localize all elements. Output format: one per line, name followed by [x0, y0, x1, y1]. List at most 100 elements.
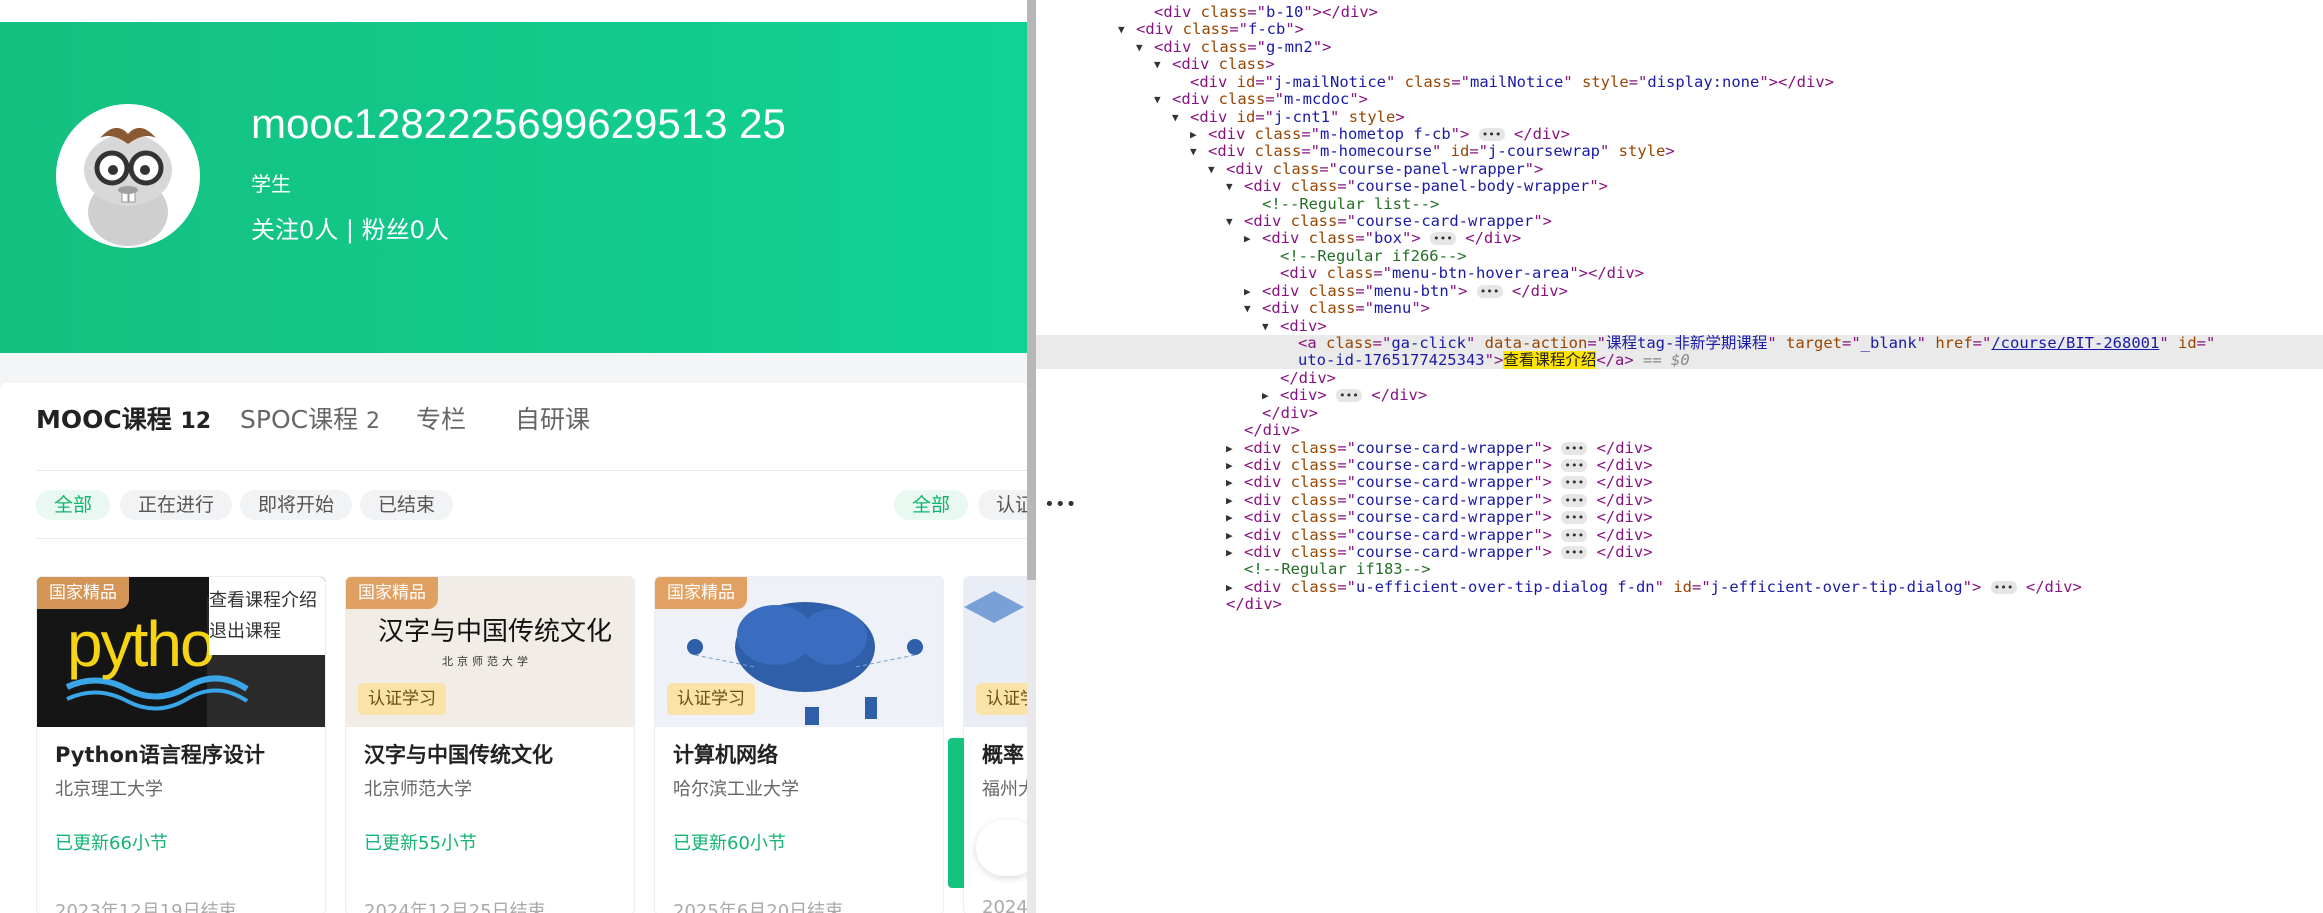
avatar-mascot-icon [56, 104, 200, 248]
dom-tree-node[interactable]: ▼ <div class="f-cb"> [1036, 21, 2323, 38]
dom-node-markup: <div class="course-card-wrapper"> ••• </… [1244, 508, 1653, 527]
more-options-icon[interactable]: ••• [1044, 494, 1077, 515]
dom-tree-node[interactable]: ▼ <div class="course-panel-wrapper"> [1036, 160, 2323, 178]
dom-tree-node[interactable]: uto-id-1765177425343">查看课程介绍</a> == $0 [1036, 351, 2323, 370]
dom-tree-node[interactable]: </div> [1036, 404, 2323, 422]
expand-arrow-icon[interactable]: ▶ [1226, 492, 1240, 509]
collapse-arrow-icon[interactable]: ▼ [1154, 91, 1168, 108]
collapse-arrow-icon[interactable]: ▼ [1226, 213, 1240, 230]
dom-tree-node[interactable]: </div> [1036, 596, 2323, 613]
dom-tree-node[interactable]: <!--Regular if266--> [1036, 247, 2323, 265]
dom-tree-node[interactable]: ▶ <div class="course-card-wrapper"> ••• <… [1036, 456, 2323, 474]
course-cover[interactable]: 认证学 [964, 577, 1027, 727]
course-card[interactable]: 国家精品 认证学习 计算机网络 哈尔滨工业大学 已更新60小节 2025年6月2… [654, 576, 944, 913]
tab-spoc-courses[interactable]: SPOC课程 2 [240, 400, 380, 436]
filter-ended[interactable]: 已结束 [360, 490, 454, 520]
dom-tree-node[interactable]: ▼ <div class="course-panel-body-wrapper"> [1036, 178, 2323, 195]
expand-arrow-icon[interactable]: ▶ [1262, 387, 1276, 404]
course-school: 哈尔滨工业大学 [673, 779, 799, 800]
page-scrollbar-thumb[interactable] [1027, 0, 1036, 580]
dom-tree-node[interactable]: ▶ <div class="course-card-wrapper"> ••• <… [1036, 526, 2323, 544]
dom-tree-node[interactable]: <!--Regular list--> [1036, 194, 2323, 213]
dom-tree-node[interactable]: ▶ <div class="m-hometop f-cb"> ••• </div> [1036, 125, 2323, 143]
national-quality-badge: 国家精品 [37, 577, 129, 609]
dom-node-markup: <!--Regular list--> [1262, 194, 1440, 213]
dom-tree-node[interactable]: ▼ <div id="j-cnt1" style> [1036, 108, 2323, 126]
dom-tree-node[interactable]: ▶ <div class="u-efficient-over-tip-dialog… [1036, 578, 2323, 596]
national-quality-badge: 国家精品 [655, 577, 747, 609]
course-title[interactable]: 计算机网络 [673, 739, 778, 769]
collapse-arrow-icon[interactable]: ▼ [1136, 39, 1150, 56]
avatar[interactable] [56, 104, 200, 248]
user-role: 学生 [251, 172, 291, 196]
expand-arrow-icon[interactable]: ▶ [1226, 440, 1240, 457]
collapse-arrow-icon[interactable]: ▼ [1190, 143, 1204, 160]
dom-tree-node[interactable]: <!--Regular if183--> [1036, 561, 2323, 578]
dom-tree-node[interactable]: ▶ <div class="course-card-wrapper"> ••• <… [1036, 490, 2323, 509]
dom-tree-node[interactable]: ▶ <div class="box"> ••• </div> [1036, 230, 2323, 247]
dom-tree-node[interactable]: <div class="menu-btn-hover-area"></div> [1036, 265, 2323, 282]
dom-node-markup: <div class="f-cb"> [1136, 20, 1305, 39]
follow-fans-count[interactable]: 关注0人 | 粉丝0人 [251, 210, 449, 245]
expand-arrow-icon[interactable]: ▶ [1226, 457, 1240, 474]
course-title[interactable]: 概率 [982, 739, 1024, 769]
top-strip [0, 0, 1027, 22]
course-progress: 已更新60小节 [673, 833, 786, 854]
dom-tree-node[interactable]: ▼ <div class="m-mcdoc"> [1036, 91, 2323, 108]
dom-node-markup: uto-id-1765177425343">查看课程介绍</a> == $0 [1298, 351, 1690, 370]
dom-tree-node[interactable]: <div class="b-10"></div> [1036, 4, 2323, 21]
course-title[interactable]: Python语言程序设计 [55, 739, 265, 769]
filter-ongoing[interactable]: 正在进行 [120, 490, 233, 520]
course-card[interactable]: pytho 国家精品 查看课程介绍 退出课程 Python语言程序设计 北京理工… [36, 576, 326, 913]
dom-tree-node[interactable]: ▶ <div> ••• </div> [1036, 387, 2323, 404]
tab-mooc-courses[interactable]: MOOC课程 12 [36, 400, 211, 436]
collapse-arrow-icon[interactable]: ▼ [1154, 56, 1168, 73]
quit-course-link[interactable]: 退出课程 [209, 616, 325, 647]
dom-node-markup: <div id="j-mailNotice" class="mailNotice… [1190, 72, 1834, 91]
collapse-arrow-icon[interactable]: ▼ [1208, 161, 1222, 178]
view-course-intro-link[interactable]: 查看课程介绍 [209, 585, 325, 616]
dom-tree-node[interactable]: ▶ <div class="course-card-wrapper"> ••• <… [1036, 474, 2323, 491]
course-card[interactable]: 汉字与中国传统文化 北京师范大学 国家精品 认证学习 汉字与中国传统文化 北京师… [345, 576, 635, 913]
dom-tree-node[interactable]: ▼ <div class="menu"> [1036, 300, 2323, 317]
course-cover[interactable]: 汉字与中国传统文化 北京师范大学 国家精品 认证学习 [346, 577, 634, 727]
dom-tree-node[interactable]: ▼ <div class="g-mn2"> [1036, 38, 2323, 56]
dom-tree-node[interactable]: ▶ <div class="course-card-wrapper"> ••• <… [1036, 544, 2323, 561]
expand-arrow-icon[interactable]: ▶ [1226, 544, 1240, 561]
dom-tree-node[interactable]: ▼ <div class="course-card-wrapper"> [1036, 213, 2323, 230]
course-progress: 已更新55小节 [364, 833, 477, 854]
dom-node-markup: <div class="course-card-wrapper"> ••• </… [1244, 490, 1653, 509]
dom-tree-node[interactable]: ▶ <div class="course-card-wrapper"> ••• <… [1036, 439, 2323, 457]
course-title[interactable]: 汉字与中国传统文化 [364, 739, 553, 769]
dom-tree-node[interactable]: <div id="j-mailNotice" class="mailNotice… [1036, 72, 2323, 91]
dom-tree-node[interactable]: ▶ <div class="menu-btn"> ••• </div> [1036, 282, 2323, 300]
filter-type-all[interactable]: 全部 [894, 490, 969, 520]
filter-upcoming[interactable]: 即将开始 [240, 490, 353, 520]
collapse-arrow-icon[interactable]: ▼ [1118, 21, 1132, 38]
filter-all[interactable]: 全部 [36, 490, 111, 520]
expand-arrow-icon[interactable]: ▶ [1244, 230, 1258, 247]
dom-tree-node[interactable]: ▶ <div class="course-card-wrapper"> ••• <… [1036, 509, 2323, 526]
tab-self-developed[interactable]: 自研课 [515, 400, 590, 436]
dom-tree-node[interactable]: ▼ <div class="m-homecourse" id="j-coursew… [1036, 143, 2323, 160]
dom-tree-node[interactable]: ▼ <div> [1036, 317, 2323, 335]
collapse-arrow-icon[interactable]: ▼ [1262, 318, 1276, 335]
dom-tree-node[interactable]: </div> [1036, 369, 2323, 387]
expand-arrow-icon[interactable]: ▶ [1190, 126, 1204, 143]
dom-tree-node[interactable]: ▼ <div class> [1036, 56, 2323, 73]
collapse-arrow-icon[interactable]: ▼ [1172, 109, 1186, 126]
dom-tree-node[interactable]: <a class="ga-click" data-action="课程tag-非… [1036, 334, 2323, 352]
course-cover[interactable]: 国家精品 认证学习 [655, 577, 943, 727]
dom-tree-node[interactable]: </div> [1036, 422, 2323, 439]
expand-arrow-icon[interactable]: ▶ [1226, 527, 1240, 544]
tab-column[interactable]: 专栏 [416, 400, 466, 436]
expand-arrow-icon[interactable]: ▶ [1226, 579, 1240, 596]
filter-certified[interactable]: 认证 [978, 490, 1027, 520]
dom-node-markup: <div class="m-mcdoc"> [1172, 90, 1369, 109]
collapse-arrow-icon[interactable]: ▼ [1244, 300, 1258, 317]
expand-arrow-icon[interactable]: ▶ [1244, 283, 1258, 300]
expand-arrow-icon[interactable]: ▶ [1226, 509, 1240, 526]
expand-arrow-icon[interactable]: ▶ [1226, 474, 1240, 491]
course-cover[interactable]: pytho 国家精品 查看课程介绍 退出课程 [37, 577, 325, 727]
collapse-arrow-icon[interactable]: ▼ [1226, 178, 1240, 195]
